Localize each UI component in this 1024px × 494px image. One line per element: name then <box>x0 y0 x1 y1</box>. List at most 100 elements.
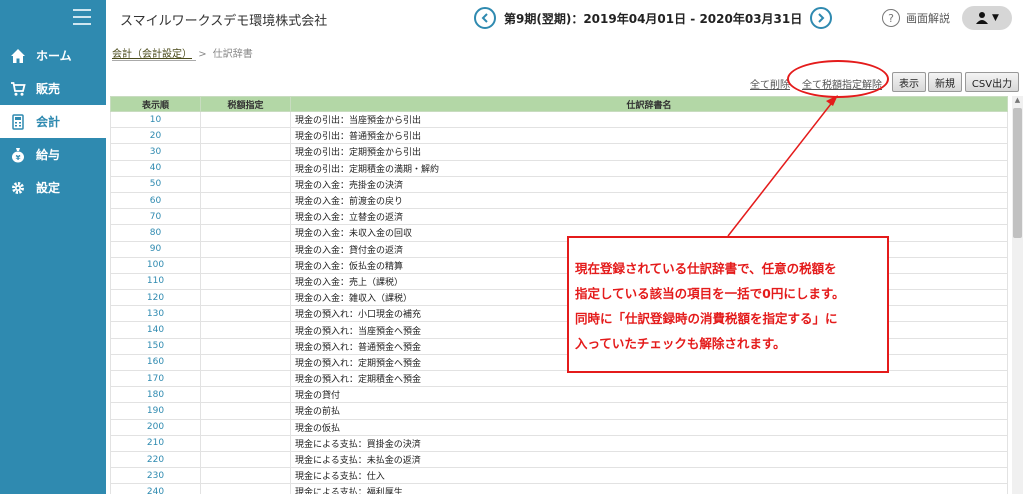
question-icon: ? <box>882 9 900 27</box>
name-cell[interactable]: 現金の仮払 <box>290 418 1008 436</box>
table-header-row: 表示順 税額指定 仕訳辞書名 <box>110 96 1008 112</box>
scroll-up-icon[interactable]: ▲ <box>1012 96 1023 106</box>
calculator-icon <box>10 113 26 130</box>
order-cell[interactable]: 100 <box>110 256 201 274</box>
table-row[interactable]: 60 現金の入金：前渡金の戻り <box>110 191 1008 210</box>
tax-cell <box>200 143 291 161</box>
header: スマイルワークスデモ環境株式会社 第9期(翌期)：2019年04月01日 - 2… <box>106 0 1024 37</box>
order-cell[interactable]: 70 <box>110 208 201 226</box>
order-cell[interactable]: 90 <box>110 240 201 258</box>
table-row[interactable]: 30 現金の引出：定期預金から引出 <box>110 143 1008 161</box>
order-cell[interactable]: 20 <box>110 127 201 145</box>
menu-icon[interactable] <box>73 9 91 25</box>
order-cell[interactable]: 180 <box>110 386 201 404</box>
tax-cell <box>200 159 291 177</box>
name-cell[interactable]: 現金の貸付 <box>290 386 1008 404</box>
breadcrumb-parent-link[interactable]: 会計（会計設定） <box>112 49 192 60</box>
name-cell[interactable]: 現金の入金：前渡金の戻り <box>290 191 1008 210</box>
next-period-button[interactable] <box>810 7 833 29</box>
order-cell[interactable]: 120 <box>110 289 201 307</box>
tax-cell <box>200 272 291 291</box>
display-button[interactable]: 表示 <box>892 72 926 92</box>
table-row[interactable]: 210 現金による支払：買掛金の決済 <box>110 434 1008 452</box>
table-row[interactable]: 240 現金による支払：福利厚生 <box>110 483 1008 494</box>
callout-line: 現在登録されている仕訳辞書で、任意の税額を <box>575 261 837 276</box>
order-cell[interactable]: 210 <box>110 434 201 452</box>
name-cell[interactable]: 現金による支払：買掛金の決済 <box>290 434 1008 452</box>
sidebar-item-home[interactable]: ホーム <box>0 39 106 72</box>
name-cell[interactable]: 現金の引出：当座預金から引出 <box>290 110 1008 129</box>
table-row[interactable]: 180 現金の貸付 <box>110 386 1008 404</box>
tax-cell <box>200 240 291 258</box>
table-row[interactable]: 50 現金の入金：売掛金の決済 <box>110 175 1008 193</box>
order-cell[interactable]: 160 <box>110 353 201 372</box>
order-cell[interactable]: 230 <box>110 467 201 485</box>
table-row[interactable]: 40 現金の引出：定期積金の満期・解約 <box>110 159 1008 177</box>
sidebar-item-payroll[interactable]: ¥ 給与 <box>0 138 106 171</box>
tax-cell <box>200 127 291 145</box>
order-cell[interactable]: 140 <box>110 321 201 339</box>
order-cell[interactable]: 200 <box>110 418 201 436</box>
chevron-left-icon <box>481 13 488 23</box>
table-row[interactable]: 230 現金による支払：仕入 <box>110 467 1008 485</box>
breadcrumb-underline <box>112 60 196 61</box>
table-row[interactable]: 190 現金の前払 <box>110 402 1008 420</box>
tax-cell <box>200 289 291 307</box>
tax-cell <box>200 337 291 355</box>
csv-export-button[interactable]: CSV出力 <box>965 72 1019 92</box>
user-menu-button[interactable]: ▼ <box>962 6 1012 30</box>
col-header-name[interactable]: 仕訳辞書名 <box>290 96 1008 112</box>
table-row[interactable]: 70 現金の入金：立替金の返済 <box>110 208 1008 226</box>
order-cell[interactable]: 50 <box>110 175 201 193</box>
tax-cell <box>200 467 291 485</box>
name-cell[interactable]: 現金による支払：福利厚生 <box>290 483 1008 494</box>
tax-cell <box>200 450 291 469</box>
table-row[interactable]: 220 現金による支払：未払金の返済 <box>110 450 1008 469</box>
sidebar-item-accounting[interactable]: 会計 <box>0 105 106 138</box>
col-header-tax[interactable]: 税額指定 <box>200 96 291 112</box>
company-name: スマイルワークスデモ環境株式会社 <box>120 14 328 29</box>
table-row[interactable]: 10 現金の引出：当座預金から引出 <box>110 110 1008 129</box>
help-label: 画面解説 <box>906 12 950 25</box>
tax-cell <box>200 386 291 404</box>
order-cell[interactable]: 170 <box>110 369 201 388</box>
sidebar-item-settings[interactable]: 設定 <box>0 171 106 204</box>
name-cell[interactable]: 現金の引出：普通預金から引出 <box>290 127 1008 145</box>
col-header-order[interactable]: 表示順 <box>110 96 201 112</box>
name-cell[interactable]: 現金による支払：仕入 <box>290 467 1008 485</box>
order-cell[interactable]: 60 <box>110 191 201 210</box>
home-icon <box>10 48 26 64</box>
prev-period-button[interactable] <box>474 7 496 29</box>
sidebar-item-label: 会計 <box>36 115 61 129</box>
delete-all-link[interactable]: 全て削除 <box>750 76 790 91</box>
name-cell[interactable]: 現金による支払：未払金の返済 <box>290 450 1008 469</box>
order-cell[interactable]: 10 <box>110 110 201 129</box>
order-cell[interactable]: 190 <box>110 402 201 420</box>
order-cell[interactable]: 30 <box>110 143 201 161</box>
table-row[interactable]: 200 現金の仮払 <box>110 418 1008 436</box>
order-cell[interactable]: 110 <box>110 272 201 291</box>
sidebar-item-label: 設定 <box>36 181 61 195</box>
scrollbar[interactable]: ▲ <box>1012 96 1023 494</box>
order-cell[interactable]: 220 <box>110 450 201 469</box>
order-cell[interactable]: 130 <box>110 305 201 323</box>
new-button[interactable]: 新規 <box>928 72 962 92</box>
name-cell[interactable]: 現金の前払 <box>290 402 1008 420</box>
user-icon <box>976 12 989 24</box>
name-cell[interactable]: 現金の引出：定期預金から引出 <box>290 143 1008 161</box>
tax-cell <box>200 321 291 339</box>
name-cell[interactable]: 現金の引出：定期積金の満期・解約 <box>290 159 1008 177</box>
table-row[interactable]: 20 現金の引出：普通預金から引出 <box>110 127 1008 145</box>
order-cell[interactable]: 80 <box>110 224 201 242</box>
order-cell[interactable]: 240 <box>110 483 201 494</box>
help-button[interactable]: ? 画面解説 <box>882 9 950 27</box>
callout-line: 入っていたチェックも解除されます。 <box>575 336 786 351</box>
tax-cell <box>200 256 291 274</box>
scroll-thumb[interactable] <box>1013 108 1022 238</box>
name-cell[interactable]: 現金の入金：立替金の返済 <box>290 208 1008 226</box>
order-cell[interactable]: 40 <box>110 159 201 177</box>
breadcrumb-separator: > <box>198 49 207 60</box>
sidebar-item-sales[interactable]: 販売 <box>0 72 106 105</box>
order-cell[interactable]: 150 <box>110 337 201 355</box>
name-cell[interactable]: 現金の入金：売掛金の決済 <box>290 175 1008 193</box>
